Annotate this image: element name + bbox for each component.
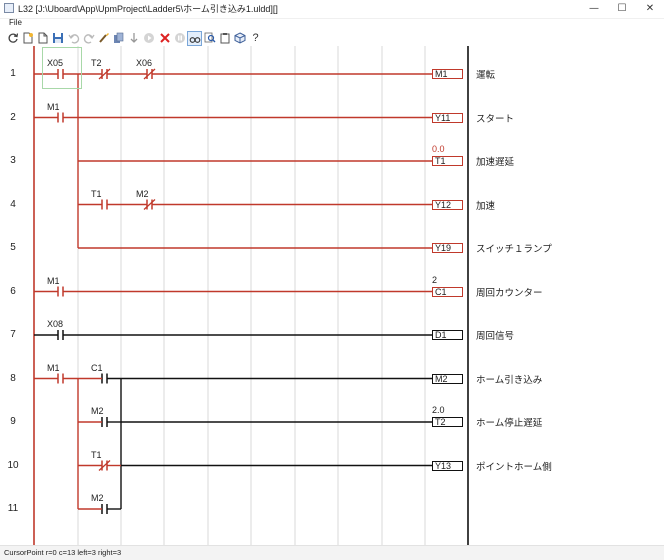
down-arrow-icon[interactable]: [127, 31, 140, 44]
contact-label-x08: X08: [47, 319, 64, 329]
copy-icon[interactable]: [112, 31, 125, 44]
contact-label-m2: M2: [91, 493, 104, 503]
cursor-highlight: [42, 47, 82, 89]
contact-label-m2: M2: [91, 406, 104, 416]
open-file-icon[interactable]: [36, 31, 49, 44]
rung-comment: 運転: [476, 70, 496, 81]
undo-icon[interactable]: [67, 31, 80, 44]
row-number: 2: [10, 111, 16, 123]
row-number: 11: [7, 503, 19, 514]
coil-preset-value: 0.0: [432, 144, 445, 154]
coil-preset-value: 2.0: [432, 405, 445, 415]
rung-comment: ホーム停止遅延: [476, 418, 543, 429]
rung-comment: ホーム引き込み: [476, 374, 543, 386]
coil-t1[interactable]: T1: [432, 156, 463, 166]
rung-comment: スタート: [476, 113, 515, 125]
row-number: 5: [10, 242, 16, 253]
edit-brush-icon[interactable]: [97, 31, 110, 44]
close-button[interactable]: ✕: [636, 0, 664, 18]
rung-comment: 周回信号: [476, 331, 515, 342]
row-number: 4: [10, 198, 16, 210]
app-icon: [4, 3, 14, 13]
row-number: 1: [10, 68, 16, 79]
contact-label-t2: T2: [91, 58, 102, 68]
rung-comment: 加速: [476, 200, 496, 212]
contact-label-m1: M1: [47, 101, 60, 112]
menu-bar: File: [0, 18, 664, 30]
coil-y19[interactable]: Y19: [432, 243, 463, 253]
glasses-icon[interactable]: [187, 31, 202, 46]
window-title: L32 [J:\Uboard\App\UpmProject\Ladder5\ホー…: [18, 4, 278, 14]
contact-label-m1: M1: [47, 362, 60, 373]
contact-label-t1: T1: [91, 449, 102, 460]
contact-label-c1: C1: [91, 362, 103, 373]
toolbar: ?: [0, 30, 664, 46]
contact-label-m2: M2: [136, 188, 149, 199]
menu-file[interactable]: File: [9, 18, 22, 27]
rung-comment: 周回カウンター: [476, 287, 543, 299]
stop-icon[interactable]: [158, 31, 171, 44]
coil-y13[interactable]: Y13: [432, 460, 463, 471]
row-number: 7: [10, 329, 16, 340]
save-icon[interactable]: [51, 31, 64, 44]
clipboard-icon[interactable]: [218, 31, 231, 44]
play-icon[interactable]: [142, 31, 155, 44]
coil-d1[interactable]: D1: [432, 330, 463, 340]
rung-comment: 加速遅延: [476, 157, 515, 168]
redo-icon[interactable]: [82, 31, 95, 44]
coil-m1[interactable]: M1: [432, 69, 463, 79]
help-icon[interactable]: ?: [249, 31, 262, 44]
coil-y12[interactable]: Y12: [432, 199, 463, 210]
ladder-diagram[interactable]: [0, 46, 664, 545]
contact-label-m1: M1: [47, 275, 60, 286]
refresh-icon[interactable]: [6, 31, 19, 44]
cube-icon[interactable]: [233, 31, 246, 44]
status-bar: CursorPoint r=0 c=13 left=3 right=3: [0, 545, 664, 560]
coil-preset-value: 2: [432, 274, 438, 285]
coil-t2[interactable]: T2: [432, 417, 463, 427]
coil-m2[interactable]: M2: [432, 373, 463, 384]
new-file-icon[interactable]: [21, 31, 34, 44]
contact-label-x06: X06: [136, 58, 153, 68]
status-text: CursorPoint r=0 c=13 left=3 right=3: [4, 548, 122, 557]
row-number: 3: [10, 155, 16, 166]
minimize-button[interactable]: —: [580, 0, 608, 18]
rung-comment: ポイントホーム側: [476, 461, 552, 473]
pause-icon[interactable]: [173, 31, 186, 44]
row-number: 8: [10, 372, 16, 384]
rung-comment: スイッチ１ランプ: [476, 244, 552, 255]
search-icon[interactable]: [203, 31, 216, 44]
row-number: 9: [10, 416, 16, 427]
title-bar: L32 [J:\Uboard\App\UpmProject\Ladder5\ホー…: [0, 0, 664, 19]
row-number: 6: [10, 285, 16, 297]
coil-c1[interactable]: C1: [432, 286, 463, 297]
coil-y11[interactable]: Y11: [432, 112, 463, 123]
contact-label-t1: T1: [91, 188, 102, 199]
ladder-canvas[interactable]: 1 M1 運転 2 Y11 スタート 3 T1 0.0 加速遅延 4 Y12 加速 5 Y19 スイッチ１ラン…: [0, 46, 664, 545]
row-number: 10: [7, 459, 19, 471]
maximize-button[interactable]: ☐: [608, 0, 636, 18]
